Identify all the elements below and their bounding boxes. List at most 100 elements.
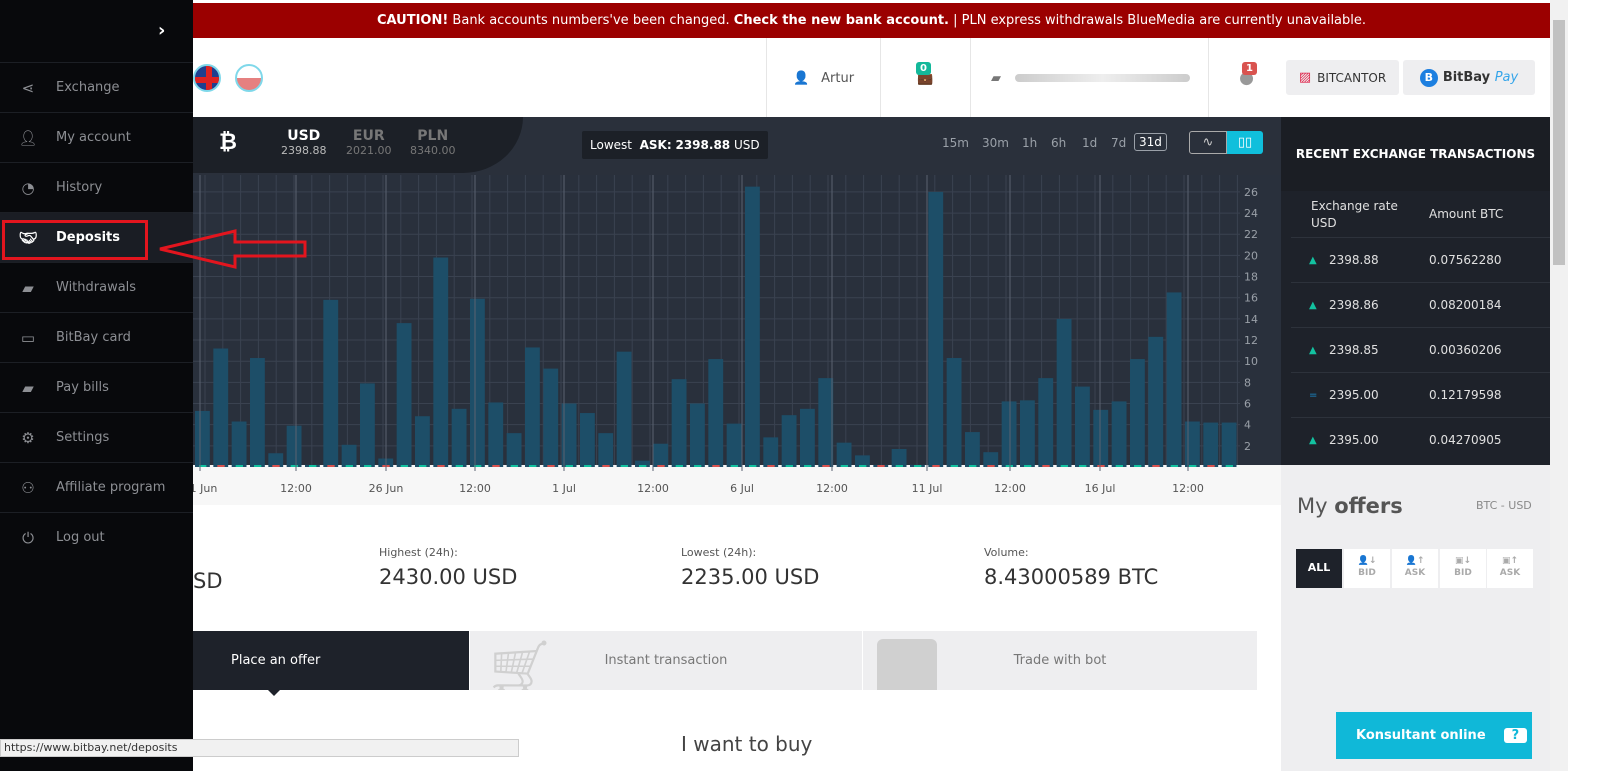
tab-trade-with-bot[interactable]: Trade with bot xyxy=(863,631,1257,690)
candle-mark xyxy=(492,465,500,467)
volume-bar xyxy=(488,402,504,467)
candle-mark xyxy=(895,465,903,467)
volume-bar xyxy=(653,443,669,467)
sidebar-item-label: Withdrawals xyxy=(56,280,137,295)
candle-mark xyxy=(290,465,298,467)
volume-bar xyxy=(598,433,614,467)
sidebar-item-pay-bills[interactable]: ▰ Pay bills xyxy=(0,362,193,412)
candle-mark xyxy=(694,465,702,467)
x-tick-label: 1 Jul xyxy=(552,482,576,495)
wallet-balance[interactable]: ▰ xyxy=(970,38,1208,118)
last-price-value: SD xyxy=(193,569,223,593)
amount: 0.00360206 xyxy=(1429,343,1502,357)
bitcantor-label: BITCANTOR xyxy=(1317,70,1387,85)
bot-ask-icon: ▣↑ xyxy=(1501,556,1519,566)
cart-icon: 🛒︎ xyxy=(484,637,556,690)
x-tick-label: 12:00 xyxy=(637,482,669,495)
volume-bar xyxy=(1111,401,1127,467)
notifications-badge: 1 xyxy=(1242,62,1257,75)
stat-label: Volume: xyxy=(984,546,1029,559)
candle-mark xyxy=(1207,465,1215,467)
chat-button[interactable]: Konsultant online? xyxy=(1336,712,1532,759)
sidebar-item-settings[interactable]: ⚙ Settings xyxy=(0,412,193,462)
timeframe-6h[interactable]: 6h xyxy=(1051,136,1066,150)
my-offers-title: My offers xyxy=(1297,494,1403,518)
volume-bar xyxy=(1148,336,1164,467)
currency-code: USD xyxy=(287,128,321,144)
notifications-button[interactable]: ● 1 xyxy=(1208,38,1284,118)
volume-bar xyxy=(250,358,265,467)
tab-instant-transaction[interactable]: 🛒︎ Instant transaction xyxy=(470,631,862,690)
offers-tab-ask-bot[interactable]: ▣↑ ASK xyxy=(1487,549,1533,588)
rate: 2398.86 xyxy=(1329,298,1379,312)
currency-usd[interactable]: USD 2398.88 xyxy=(281,128,327,157)
timeframe-30m[interactable]: 30m xyxy=(982,136,1009,150)
sidebar-item-log-out[interactable]: ⏻ Log out xyxy=(0,512,193,562)
polish-flag-icon[interactable] xyxy=(235,64,263,92)
volume-bar xyxy=(195,410,210,467)
volume-bar xyxy=(690,403,705,467)
banner-link[interactable]: Check the new bank account. xyxy=(734,13,949,28)
candle-mark xyxy=(455,465,463,467)
timeframe-7d[interactable]: 7d xyxy=(1111,136,1126,150)
bitbay-logo-icon: B xyxy=(1419,68,1438,87)
x-tick-label: 6 Jul xyxy=(730,482,754,495)
currency-eur[interactable]: EUR 2021.00 xyxy=(346,128,392,157)
volume-bar xyxy=(268,453,284,467)
line-chart-toggle-icon[interactable]: ∿ xyxy=(1189,131,1227,154)
user-menu[interactable]: 👤 Artur xyxy=(766,38,880,118)
title-a: My xyxy=(1297,494,1328,518)
offers-tab-bid-user[interactable]: 👤↓ BID xyxy=(1344,549,1390,588)
highlight-box xyxy=(2,220,148,260)
tab-label: Place an offer xyxy=(231,653,321,668)
volume-bar xyxy=(928,191,944,468)
tab-label: Trade with bot xyxy=(1013,653,1107,668)
x-tick-label: 26 Jun xyxy=(369,482,404,495)
offers-tab-all[interactable]: ALL xyxy=(1296,549,1342,588)
sidebar-item-exchange[interactable]: ⋖ Exchange xyxy=(0,62,193,112)
sidebar-item-my-account[interactable]: 👤︎ My account xyxy=(0,112,193,162)
wallet-icon: ▰ xyxy=(22,378,34,397)
sidebar-item-affiliate-program[interactable]: ⚇ Affiliate program xyxy=(0,462,193,512)
volume-bar xyxy=(433,257,449,467)
bitcantor-logo-icon: ▨ xyxy=(1298,70,1312,85)
timeframe-1h[interactable]: 1h xyxy=(1022,136,1037,150)
collapse-chevron-icon[interactable]: › xyxy=(158,20,165,41)
candlestick-toggle-icon[interactable]: ▯▯ xyxy=(1227,131,1263,154)
lowest-stat: Lowest (24h): 2235.00 USD xyxy=(681,546,819,589)
volume-bar xyxy=(1020,400,1035,467)
transaction-row: ▲ 2398.85 0.00360206 xyxy=(1291,327,1550,372)
volume-bar xyxy=(1203,422,1219,467)
timeframe-1d[interactable]: 1d xyxy=(1082,136,1097,150)
volume-bar xyxy=(946,358,962,467)
sidebar-item-bitbay-card[interactable]: ▭ BitBay card xyxy=(0,312,193,362)
candle-mark xyxy=(1042,465,1050,467)
amount: 0.08200184 xyxy=(1429,298,1502,312)
volume-bar xyxy=(891,449,907,467)
timeframe-31d[interactable]: 31d xyxy=(1134,133,1167,151)
tab-place-offer[interactable]: Place an offer xyxy=(193,631,469,690)
volume-bar xyxy=(781,415,797,467)
sidebar-item-history[interactable]: ◔ History xyxy=(0,162,193,212)
scrollbar-thumb[interactable] xyxy=(1553,20,1565,265)
offers-tab-ask-user[interactable]: 👤↑ ASK xyxy=(1392,549,1438,588)
timeframe-15m[interactable]: 15m xyxy=(942,136,969,150)
bitcantor-button[interactable]: ▨ BITCANTOR xyxy=(1286,60,1399,95)
x-tick-label: 12:00 xyxy=(1172,482,1204,495)
english-flag-icon[interactable] xyxy=(193,64,221,92)
candle-mark xyxy=(437,465,445,467)
rate: 2398.88 xyxy=(1329,253,1379,267)
volume-bar xyxy=(1056,318,1072,467)
briefcase-button[interactable]: 💼 0 xyxy=(880,38,970,118)
annotation-arrow-icon xyxy=(159,229,307,269)
volume-chart[interactable]: 246810121416182022242621 Jun12:0026 Jun1… xyxy=(193,175,1281,505)
candle-mark xyxy=(584,465,592,467)
currency-pln[interactable]: PLN 8340.00 xyxy=(410,128,456,157)
volume-bar xyxy=(231,421,247,467)
currency-code: PLN xyxy=(417,128,449,144)
wallet-icon: ▰ xyxy=(22,278,34,297)
bitbay-pay-button[interactable]: B BitBay Pay xyxy=(1403,60,1535,95)
share-icon: ⋖ xyxy=(21,78,35,97)
volume-bar xyxy=(726,423,742,467)
offers-tab-bid-bot[interactable]: ▣↓ BID xyxy=(1440,549,1486,588)
